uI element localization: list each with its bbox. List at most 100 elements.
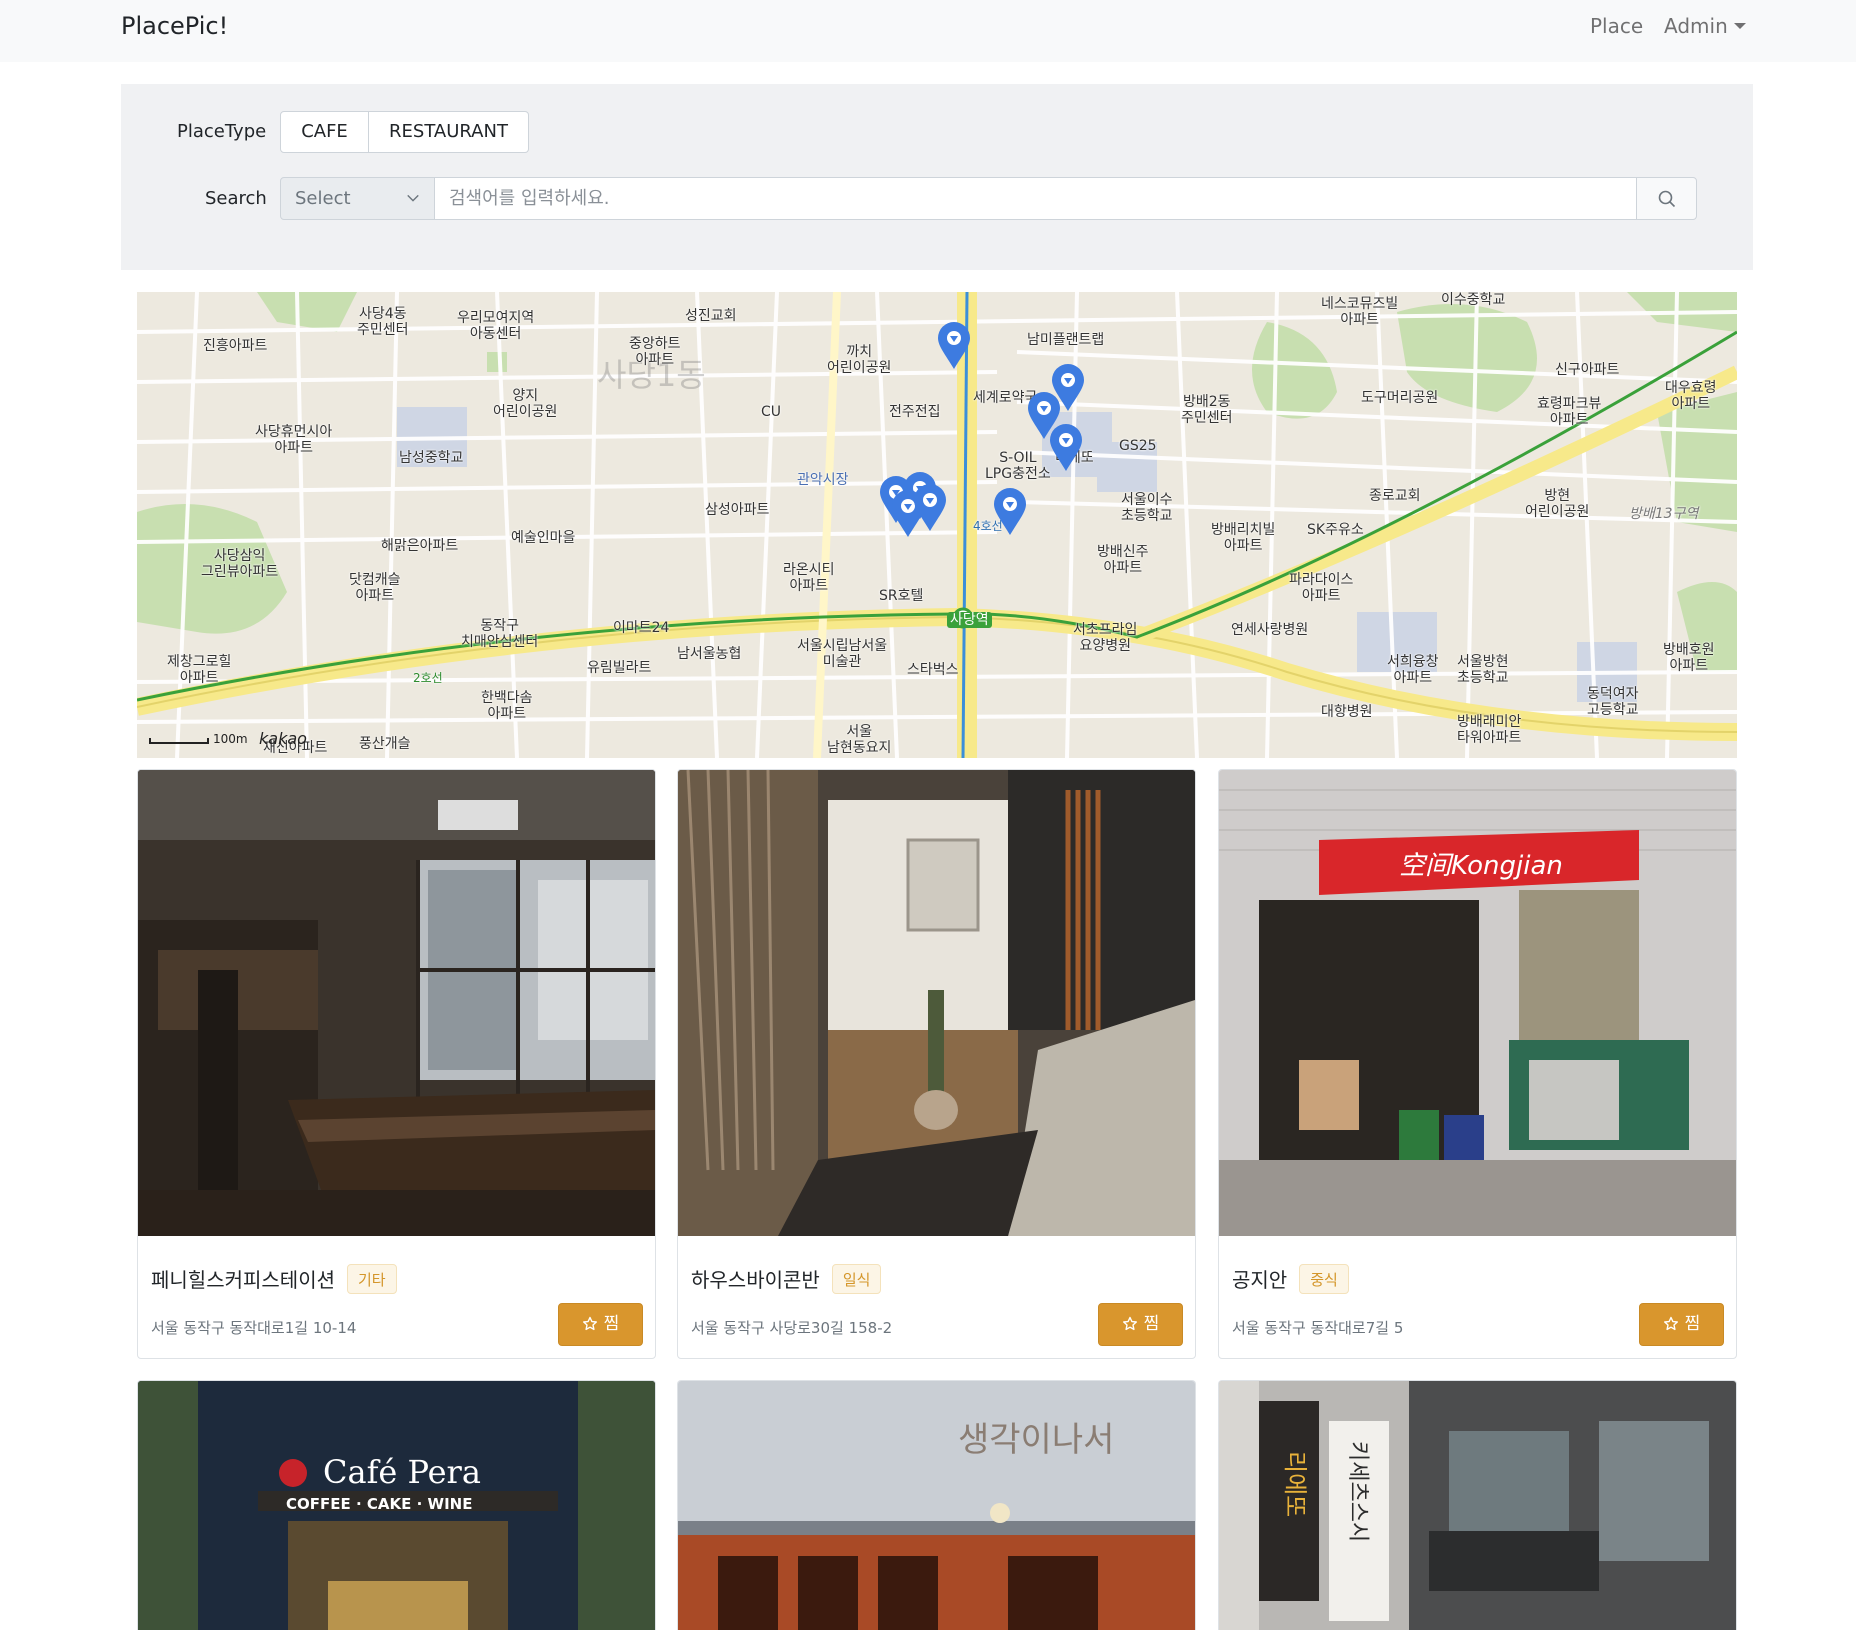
map-label: 대우효령 아파트: [1665, 380, 1717, 412]
map-label: 한백다솜 아파트: [481, 690, 533, 722]
like-label: 찜: [1684, 1314, 1701, 1334]
map-label: 도구머리공원: [1361, 390, 1439, 406]
map-marker-icon[interactable]: [1049, 424, 1083, 472]
map-label: 대항병원: [1321, 704, 1373, 720]
map-label: 스타벅스: [907, 662, 959, 678]
map-label: 방배신주 아파트: [1097, 544, 1149, 576]
place-title[interactable]: 하우스바이콘반 일식: [691, 1264, 882, 1294]
sign-kisechi: 키세츠스시: [1345, 1441, 1370, 1542]
category-badge: 기타: [347, 1264, 397, 1294]
map-label: 사당4동 주민센터: [357, 306, 409, 338]
place-card[interactable]: 리에또 키세츠스시: [1218, 1380, 1737, 1630]
map-marker-icon[interactable]: [993, 488, 1027, 536]
map-label: 방배13구역: [1629, 506, 1699, 522]
map-label: 동덕여자 고등학교: [1587, 686, 1639, 718]
like-label: 찜: [603, 1314, 620, 1334]
map-label: 서울이수 초등학교: [1121, 492, 1173, 524]
placetype-restaurant-button[interactable]: RESTAURANT: [369, 111, 529, 153]
map-label: 사당휴먼시아 아파트: [255, 424, 333, 456]
place-card[interactable]: Café Pera COFFEE · CAKE · WINE: [137, 1380, 656, 1630]
place-photo[interactable]: 생각이나서: [678, 1381, 1195, 1630]
map-label: 남성중학교: [399, 450, 464, 466]
map-label: 방배리치빌 아파트: [1211, 522, 1276, 554]
map-label: 방배호원 아파트: [1663, 642, 1715, 674]
category-badge: 일식: [831, 1264, 882, 1294]
place-title[interactable]: 페니힐스커피스테이션 기타: [151, 1264, 397, 1294]
map-label: 삼성아파트: [705, 502, 770, 518]
place-card[interactable]: 페니힐스커피스테이션 기타 서울 동작구 동작대로1길 10-14 찜: [137, 769, 656, 1359]
map-label: 파라다이스 아파트: [1289, 572, 1354, 604]
map-label: 서초프라임 요양병원: [1073, 622, 1138, 654]
map-label: SR호텔: [879, 588, 924, 604]
map-label: 방배2동 주민센터: [1181, 394, 1233, 426]
brand-logo[interactable]: PlacePic!: [121, 10, 228, 42]
map-label: 닷컴캐슬 아파트: [349, 572, 401, 604]
like-button[interactable]: 찜: [558, 1303, 643, 1346]
map-label: 제창그로힐 아파트: [167, 654, 232, 686]
place-card[interactable]: 하우스바이콘반 일식 서울 동작구 사당로30길 158-2 찜: [677, 769, 1196, 1359]
search-input[interactable]: [434, 177, 1637, 220]
map-label: SK주유소: [1307, 522, 1364, 538]
map-view[interactable]: 사당1동 사당4동 주민센터 우리모여지역 아동센터 성진교회 진흥아파트 중앙하트…: [137, 292, 1737, 758]
chevron-down-icon: [407, 194, 419, 202]
map-marker-icon[interactable]: [937, 322, 971, 370]
map-label: 종로교회: [1369, 488, 1421, 504]
place-photo[interactable]: [678, 770, 1195, 1236]
map-label: 서울 남현동요지: [827, 724, 892, 756]
search-button[interactable]: [1636, 177, 1697, 220]
map-label: 서울방현 초등학교: [1457, 654, 1509, 686]
category-badge: 중식: [1299, 1264, 1349, 1294]
placetype-label: PlaceType: [177, 121, 267, 142]
place-address: 서울 동작구 사당로30길 158-2: [691, 1319, 893, 1337]
map-line-label: 2호선: [413, 671, 443, 685]
map-label: 이수중학교: [1441, 292, 1506, 308]
place-photo[interactable]: [138, 770, 655, 1236]
map-scale-label: 100m: [213, 732, 248, 746]
caret-down-icon: [1733, 23, 1746, 29]
placetype-button-group: CAFE RESTAURANT: [280, 111, 529, 153]
map-label: 해맑은아파트: [381, 538, 459, 554]
map-label: 신구아파트: [1555, 362, 1620, 378]
map-label: 성진교회: [685, 308, 737, 324]
map-label: 이마트24: [613, 620, 670, 636]
place-card[interactable]: 空间Kongjian 공지안 중식 서울 동작구 동작대로7길 5 찜: [1218, 769, 1737, 1359]
map-label: 연세사랑병원: [1231, 622, 1309, 638]
map-label: 남미플랜트랩: [1027, 332, 1105, 348]
search-select-value: Select: [295, 188, 351, 209]
map-label: 서울시립남서울 미술관: [797, 638, 888, 670]
like-label: 찜: [1143, 1314, 1160, 1334]
search-icon: [1658, 190, 1676, 208]
map-label: S-OIL LPG충전소: [985, 450, 1051, 482]
navbar: PlacePic! Place Admin: [0, 0, 1856, 62]
star-icon: [1122, 1316, 1137, 1331]
map-label: 유림빌라트: [587, 660, 652, 676]
map-label: 네스코뮤즈빌 아파트: [1321, 296, 1399, 328]
place-photo[interactable]: Café Pera COFFEE · CAKE · WINE: [138, 1381, 655, 1630]
search-type-select[interactable]: Select: [280, 177, 435, 220]
nav-dropdown-admin[interactable]: Admin: [1664, 12, 1746, 40]
map-label: 효령파크뷰 아파트: [1537, 396, 1602, 428]
map-label: 중앙하트 아파트: [629, 336, 681, 368]
like-button[interactable]: 찜: [1639, 1303, 1724, 1346]
star-icon: [582, 1316, 597, 1331]
map-label: 우리모여지역 아동센터: [457, 310, 535, 342]
place-card[interactable]: 생각이나서: [677, 1380, 1196, 1630]
map-label: 남서울농협: [677, 646, 742, 662]
placetype-cafe-button[interactable]: CAFE: [280, 111, 369, 153]
map-label: GS25: [1119, 438, 1157, 454]
map-label: 진흥아파트: [203, 338, 268, 354]
map-label: 까치 어린이공원: [827, 344, 892, 376]
map-attribution: kakao: [259, 729, 307, 748]
place-photo[interactable]: 리에또 키세츠스시: [1219, 1381, 1736, 1630]
map-label: 풍산개슬: [359, 736, 411, 752]
place-title[interactable]: 공지안 중식: [1232, 1264, 1349, 1294]
nav-link-place[interactable]: Place: [1590, 12, 1643, 40]
map-label: 동작구 치매안심센터: [461, 618, 539, 650]
place-name: 하우스바이콘반: [691, 1268, 820, 1292]
map-scale-bar: 100m: [149, 732, 248, 746]
map-marker-icon[interactable]: [913, 484, 947, 532]
map-label: 라온시티 아파트: [783, 562, 835, 594]
sign-rieddo: 리에또: [1281, 1451, 1309, 1517]
like-button[interactable]: 찜: [1098, 1303, 1183, 1346]
place-photo[interactable]: 空间Kongjian: [1219, 770, 1736, 1236]
